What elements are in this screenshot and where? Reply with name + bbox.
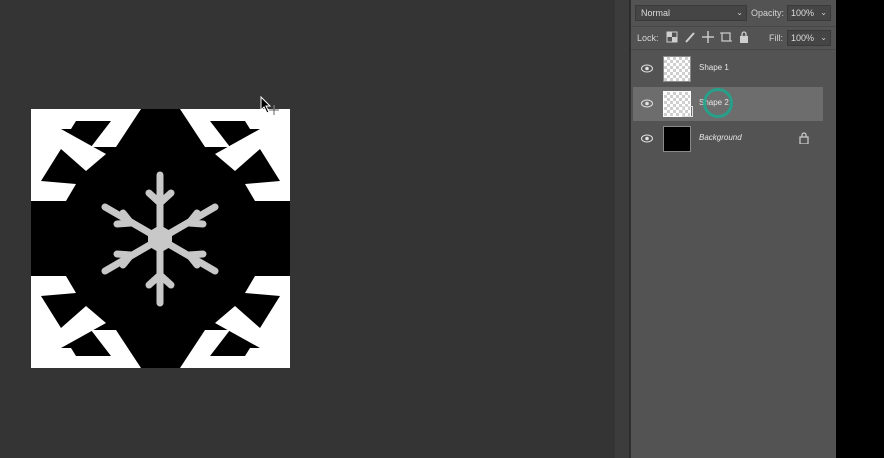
visibility-eye-icon[interactable] [641, 64, 653, 73]
blend-mode-select[interactable]: Normal ⌄ [635, 5, 747, 21]
layer-name[interactable]: Background [699, 133, 742, 142]
opacity-field[interactable]: 100% ⌄ [787, 5, 831, 21]
snowflake-artwork [31, 109, 290, 368]
lock-artboard-icon[interactable] [720, 31, 732, 43]
layer-row-shape-1[interactable]: Shape 1 [633, 52, 823, 86]
layer-thumbnail[interactable] [663, 91, 693, 117]
click-indicator [703, 88, 733, 118]
blend-mode-value: Normal [641, 8, 671, 18]
chevron-down-icon[interactable]: ⌄ [820, 31, 827, 45]
layer-name[interactable]: Shape 1 [699, 63, 729, 72]
screen-edge [836, 0, 884, 458]
layer-thumbnail[interactable] [663, 126, 691, 152]
canvas-workspace[interactable] [0, 0, 615, 458]
fill-label: Fill: [769, 33, 783, 43]
lock-transparent-pixels-icon[interactable] [666, 31, 678, 43]
visibility-eye-icon[interactable] [641, 134, 653, 143]
panel-collapse-gutter [615, 0, 630, 458]
chevron-down-icon[interactable]: ⌄ [820, 6, 827, 20]
visibility-eye-icon[interactable] [641, 99, 653, 108]
shape-layer-badge-icon [682, 106, 693, 117]
lock-image-pixels-icon[interactable] [684, 31, 696, 43]
layers-panel: Normal ⌄ Opacity: 100% ⌄ Lock: Fill: 100… [630, 0, 837, 458]
layer-row-background[interactable]: Background [633, 122, 823, 156]
lock-position-icon[interactable] [702, 31, 714, 43]
layer-options-row: Normal ⌄ Opacity: 100% ⌄ [631, 0, 837, 27]
document-canvas[interactable] [31, 109, 290, 368]
fill-field[interactable]: 100% ⌄ [787, 30, 831, 46]
fill-value: 100% [791, 33, 815, 43]
opacity-value: 100% [791, 8, 815, 18]
layer-thumbnail[interactable] [663, 56, 691, 82]
lock-label: Lock: [637, 33, 659, 43]
opacity-label: Opacity: [751, 8, 785, 18]
lock-icon[interactable] [799, 132, 809, 144]
lock-all-icon[interactable] [738, 31, 750, 43]
move-cursor-icon [260, 96, 279, 115]
chevron-down-icon: ⌄ [736, 8, 743, 17]
lock-row: Lock: Fill: 100% ⌄ [631, 27, 837, 50]
layer-row-shape-2[interactable]: Shape 2 [633, 87, 823, 121]
